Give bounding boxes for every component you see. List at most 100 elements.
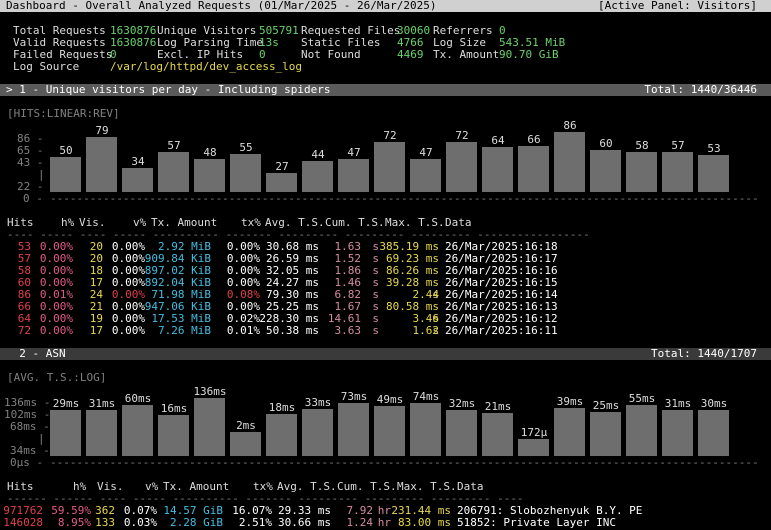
panel-1-x-axis: ----------------------------------------… bbox=[50, 192, 759, 205]
not-found-label: Not Found bbox=[301, 48, 361, 61]
panel-2-bar bbox=[590, 412, 621, 456]
panel-1-bar bbox=[122, 168, 153, 192]
panel-2-scale-label: [AVG. T.S.:LOG] bbox=[7, 371, 107, 384]
panel-2-header[interactable]: 2 - ASN Total: 1440/1707 bbox=[0, 348, 771, 360]
panel-1-bar-label: 34 bbox=[131, 155, 145, 168]
panel-1-bar-label: 72 bbox=[383, 129, 397, 142]
tx-amount-value: 90.70 GiB bbox=[499, 48, 559, 61]
panel-1-bar bbox=[266, 173, 297, 192]
cell-hits: 72 bbox=[17, 324, 31, 337]
panel-2-bar-label: 74ms bbox=[412, 390, 440, 403]
panel-1-bar-label: 66 bbox=[527, 133, 541, 146]
panel-2-bar bbox=[662, 410, 693, 456]
panel-1-bar bbox=[194, 159, 225, 192]
tx-amount-label: Tx. Amount bbox=[433, 48, 500, 61]
cell-cum_unit: s bbox=[372, 324, 379, 337]
panel-1-bar-label: 50 bbox=[59, 144, 73, 157]
panel-1-bar bbox=[626, 152, 657, 192]
panel-1-bar bbox=[410, 159, 441, 192]
panel-1-bar bbox=[446, 142, 477, 192]
panel-2-bar-label: 32ms bbox=[448, 397, 476, 410]
panel-1-bar-label: 57 bbox=[671, 139, 685, 152]
panel-1-bar-label: 79 bbox=[95, 124, 109, 137]
panel-2-bar bbox=[518, 439, 549, 456]
panel-1-bar-label: 53 bbox=[707, 142, 721, 155]
panel-2-bar-label: 39ms bbox=[556, 395, 584, 408]
log-source-label: Log Source bbox=[13, 60, 80, 73]
panel-1-bar bbox=[518, 146, 549, 192]
panel-2-bar-label: 49ms bbox=[376, 393, 404, 406]
cell-vis: 17 bbox=[89, 324, 103, 337]
panel-1-bar bbox=[86, 137, 117, 192]
panel-1-bar-label: 86 bbox=[563, 119, 577, 132]
cell-max: 83.00 ms bbox=[398, 516, 451, 529]
panel-1-bar bbox=[50, 157, 81, 192]
panel-2-bar bbox=[338, 403, 369, 456]
cell-vpct: 0.00% bbox=[111, 324, 145, 337]
dashboard-title: Dashboard - Overall Analyzed Requests (0… bbox=[6, 0, 437, 12]
cell-tx: 2.28 GiB bbox=[170, 516, 223, 529]
cell-avg: 50.38 ms bbox=[266, 324, 319, 337]
panel-2-bar-label: 172µ bbox=[520, 426, 548, 439]
panel-2-bar bbox=[626, 405, 657, 456]
panel-2-bar bbox=[266, 414, 297, 456]
panel-1-bar bbox=[590, 150, 621, 192]
panel-2-x-axis: ----------------------------------------… bbox=[50, 456, 759, 469]
panel-1-bar-label: 27 bbox=[275, 160, 289, 173]
cell-data: 51852: Private Layer INC bbox=[457, 516, 616, 529]
panel-1-bar bbox=[230, 154, 261, 192]
panel-1-bar bbox=[338, 159, 369, 192]
cell-hpct: 8.95% bbox=[57, 516, 91, 529]
panel-1-header[interactable]: > 1 - Unique visitors per day - Includin… bbox=[0, 84, 771, 96]
cell-cum_unit: hr bbox=[377, 516, 391, 529]
panel-2-bar-label: 60ms bbox=[124, 392, 152, 405]
panel-1-bar-label: 60 bbox=[599, 137, 613, 150]
panel-1-bar bbox=[698, 155, 729, 192]
panel-2-bar-label: 25ms bbox=[592, 399, 620, 412]
panel-2-bar bbox=[50, 410, 81, 456]
cell-data: 26/Mar/2025:16:11 bbox=[445, 324, 558, 337]
table-row[interactable]: 72 0.00% 17 0.00% 7.26 MiB 0.01% 50.38 ms 3.63 s… bbox=[0, 325, 771, 337]
panel-2-y-tick: 0µs - bbox=[10, 456, 44, 469]
panel-2-bar bbox=[482, 413, 513, 456]
panel-1-bar bbox=[302, 161, 333, 192]
cell-hits: 146028 bbox=[3, 516, 43, 529]
panel-2-bar bbox=[446, 410, 477, 456]
panel-1-y-tick: 0 - bbox=[23, 192, 43, 205]
panel-1-title[interactable]: > 1 - Unique visitors per day - Includin… bbox=[6, 84, 331, 96]
panel-1-bar-label: 58 bbox=[635, 139, 649, 152]
panel-1-bar-label: 47 bbox=[347, 146, 361, 159]
active-panel-indicator: [Active Panel: Visitors] bbox=[598, 0, 757, 12]
cell-txpct: 0.01% bbox=[226, 324, 260, 337]
panel-1-bar-label: 64 bbox=[491, 134, 505, 147]
not-found-value: 4469 bbox=[397, 48, 424, 61]
dashboard-header: Dashboard - Overall Analyzed Requests (0… bbox=[0, 0, 771, 12]
panel-2-bar-label: 31ms bbox=[664, 397, 692, 410]
panel-2-bar bbox=[554, 408, 585, 456]
panel-1-bar bbox=[482, 147, 513, 192]
panel-2-bar bbox=[86, 410, 117, 456]
panel-2-bar bbox=[230, 432, 261, 456]
panel-1-bar bbox=[662, 152, 693, 192]
panel-1-bar-label: 48 bbox=[203, 146, 217, 159]
panel-2-bar-label: 33ms bbox=[304, 396, 332, 409]
cell-vpct: 0.03% bbox=[123, 516, 157, 529]
panel-2-bar-label: 2ms bbox=[236, 419, 256, 432]
panel-2-bar-label: 31ms bbox=[88, 397, 116, 410]
panel-1-bar bbox=[374, 142, 405, 192]
panel-1-bar-label: 47 bbox=[419, 146, 433, 159]
panel-2-bar-label: 18ms bbox=[268, 401, 296, 414]
panel-2-total: Total: 1440/1707 bbox=[651, 347, 757, 360]
panel-1-bar bbox=[158, 152, 189, 192]
panel-2-bar-label: 21ms bbox=[484, 400, 512, 413]
panel-1-bar-label: 57 bbox=[167, 139, 181, 152]
cell-txpct: 2.51% bbox=[238, 516, 272, 529]
cell-tx: 7.26 MiB bbox=[158, 324, 211, 337]
panel-2-bar bbox=[698, 410, 729, 456]
log-source-value: /var/log/httpd/dev_access_log bbox=[110, 60, 303, 73]
panel-1-bar bbox=[554, 132, 585, 192]
panel-2-bar-label: 30ms bbox=[700, 397, 728, 410]
panel-2-bar-label: 29ms bbox=[52, 397, 80, 410]
table-row[interactable]: 146028 8.95% 133 0.03% 2.28 GiB 2.51% 30.66 ms… bbox=[0, 517, 771, 529]
panel-2-title[interactable]: 2 - ASN bbox=[6, 348, 65, 360]
